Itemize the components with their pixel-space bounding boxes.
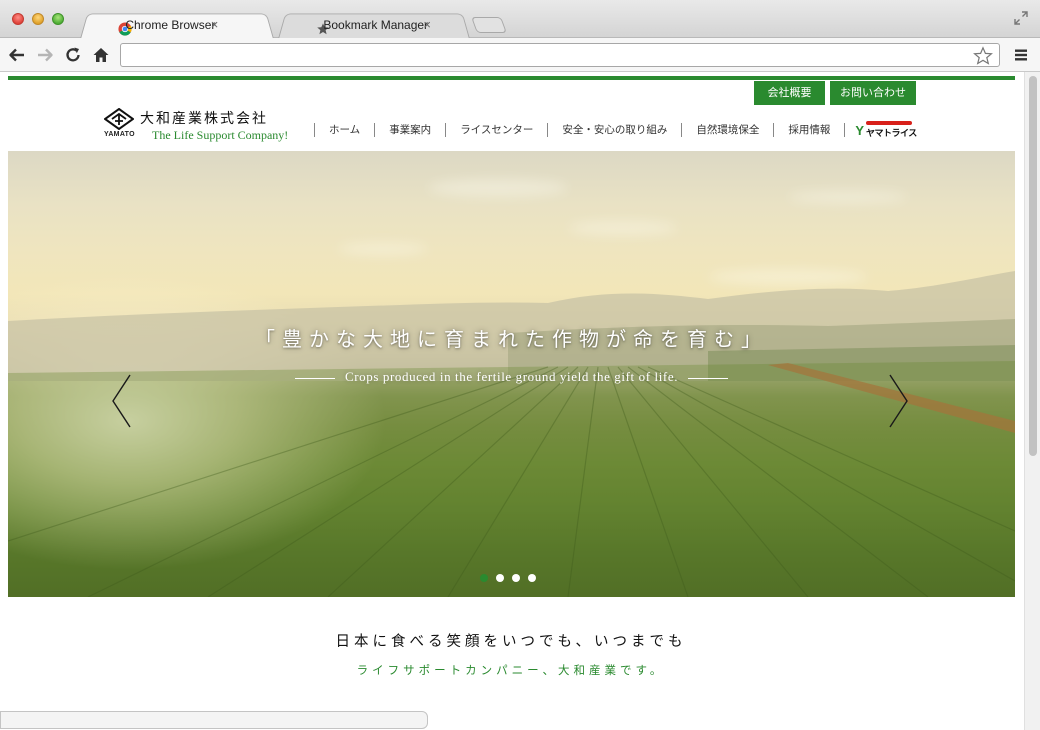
reload-icon <box>66 47 80 62</box>
company-profile-button[interactable]: 会社概要 <box>754 81 825 105</box>
menu-icon <box>1015 49 1027 61</box>
tab-label: Bookmark Manager <box>323 18 429 32</box>
slider-next-arrow-icon[interactable] <box>888 373 910 429</box>
brand-y-mark: Y <box>855 122 865 138</box>
close-icon[interactable]: × <box>211 17 219 32</box>
vertical-scrollbar[interactable] <box>1024 72 1040 730</box>
site-logo[interactable]: YAMATO 大和産業株式会社 The Life Support Company… <box>104 108 304 148</box>
tab-bookmark-manager[interactable]: Bookmark Manager × <box>278 11 470 39</box>
address-bar[interactable] <box>120 43 1000 67</box>
fullscreen-icon[interactable] <box>1014 11 1028 25</box>
reload-button[interactable] <box>62 44 84 66</box>
vertical-scroll-thumb[interactable] <box>1029 76 1037 456</box>
arrow-right-icon <box>38 48 53 62</box>
logo-mark-text: YAMATO <box>104 131 135 138</box>
page-viewport: 会社概要 お問い合わせ YAMATO 大和産業株式会社 The Life Sup… <box>0 72 1040 730</box>
yamato-rice-brand-link[interactable]: Y ヤマトライス <box>844 121 917 139</box>
slider-dot-3[interactable] <box>512 574 520 582</box>
global-nav: ホーム 事業案内 ライスセンター 安全・安心の取り組み 自然環境保全 採用情報 … <box>314 121 917 139</box>
slider-dots <box>480 574 536 582</box>
back-button[interactable] <box>6 44 28 66</box>
horizontal-scrollbar[interactable] <box>0 711 428 729</box>
arrow-left-icon <box>9 48 24 62</box>
window-zoom-button[interactable] <box>52 13 64 25</box>
chrome-menu-button[interactable] <box>1010 44 1032 66</box>
hero-subtitle: Crops produced in the fertile ground yie… <box>8 369 1015 385</box>
home-button[interactable] <box>90 44 112 66</box>
forward-button[interactable] <box>34 44 56 66</box>
nav-item-rice-center[interactable]: ライスセンター <box>445 123 547 137</box>
company-name-jp: 大和産業株式会社 <box>140 111 268 127</box>
brand-red-banner <box>866 121 913 125</box>
bookmark-star-icon[interactable] <box>973 46 993 66</box>
url-input[interactable] <box>121 44 971 66</box>
yamato-logo-icon <box>104 108 134 130</box>
brand-name: ヤマトライス <box>866 129 917 139</box>
tab-chrome-browser[interactable]: Chrome Browser × <box>80 11 274 39</box>
contact-button[interactable]: お問い合わせ <box>830 81 916 105</box>
new-tab-button[interactable] <box>471 17 507 33</box>
slider-dot-1[interactable] <box>480 574 488 582</box>
slider-dot-2[interactable] <box>496 574 504 582</box>
header-top-rule <box>8 76 1015 80</box>
nav-item-home[interactable]: ホーム <box>314 123 374 137</box>
tagline-main: 日本に食べる笑顔をいつでも、いつまでも <box>335 634 687 650</box>
tagline-sub: ライフサポートカンパニー、大和産業です。 <box>356 663 666 677</box>
home-icon <box>93 48 109 62</box>
company-slogan-en: The Life Support Company! <box>152 128 289 142</box>
tab-label: Chrome Browser <box>125 18 216 32</box>
nav-item-business[interactable]: 事業案内 <box>374 123 445 137</box>
window-minimize-button[interactable] <box>32 13 44 25</box>
nav-item-recruit[interactable]: 採用情報 <box>773 123 844 137</box>
browser-titlebar: Chrome Browser × Bookmark Manager × <box>0 0 1040 39</box>
nav-item-environment[interactable]: 自然環境保全 <box>681 123 773 137</box>
nav-item-safety[interactable]: 安全・安心の取り組み <box>547 123 681 137</box>
slider-prev-arrow-icon[interactable] <box>110 373 132 429</box>
hero-rice-field <box>8 361 1015 597</box>
slider-dot-4[interactable] <box>528 574 536 582</box>
hero-slider: 「豊かな大地に育まれた作物が命を育む」 Crops produced in th… <box>8 151 1015 597</box>
window-close-button[interactable] <box>12 13 24 25</box>
close-icon[interactable]: × <box>423 17 431 32</box>
hero-subtitle-text: Crops produced in the fertile ground yie… <box>344 369 679 384</box>
browser-toolbar <box>0 38 1040 72</box>
hero-title: 「豊かな大地に育まれた作物が命を育む」 <box>255 327 768 351</box>
